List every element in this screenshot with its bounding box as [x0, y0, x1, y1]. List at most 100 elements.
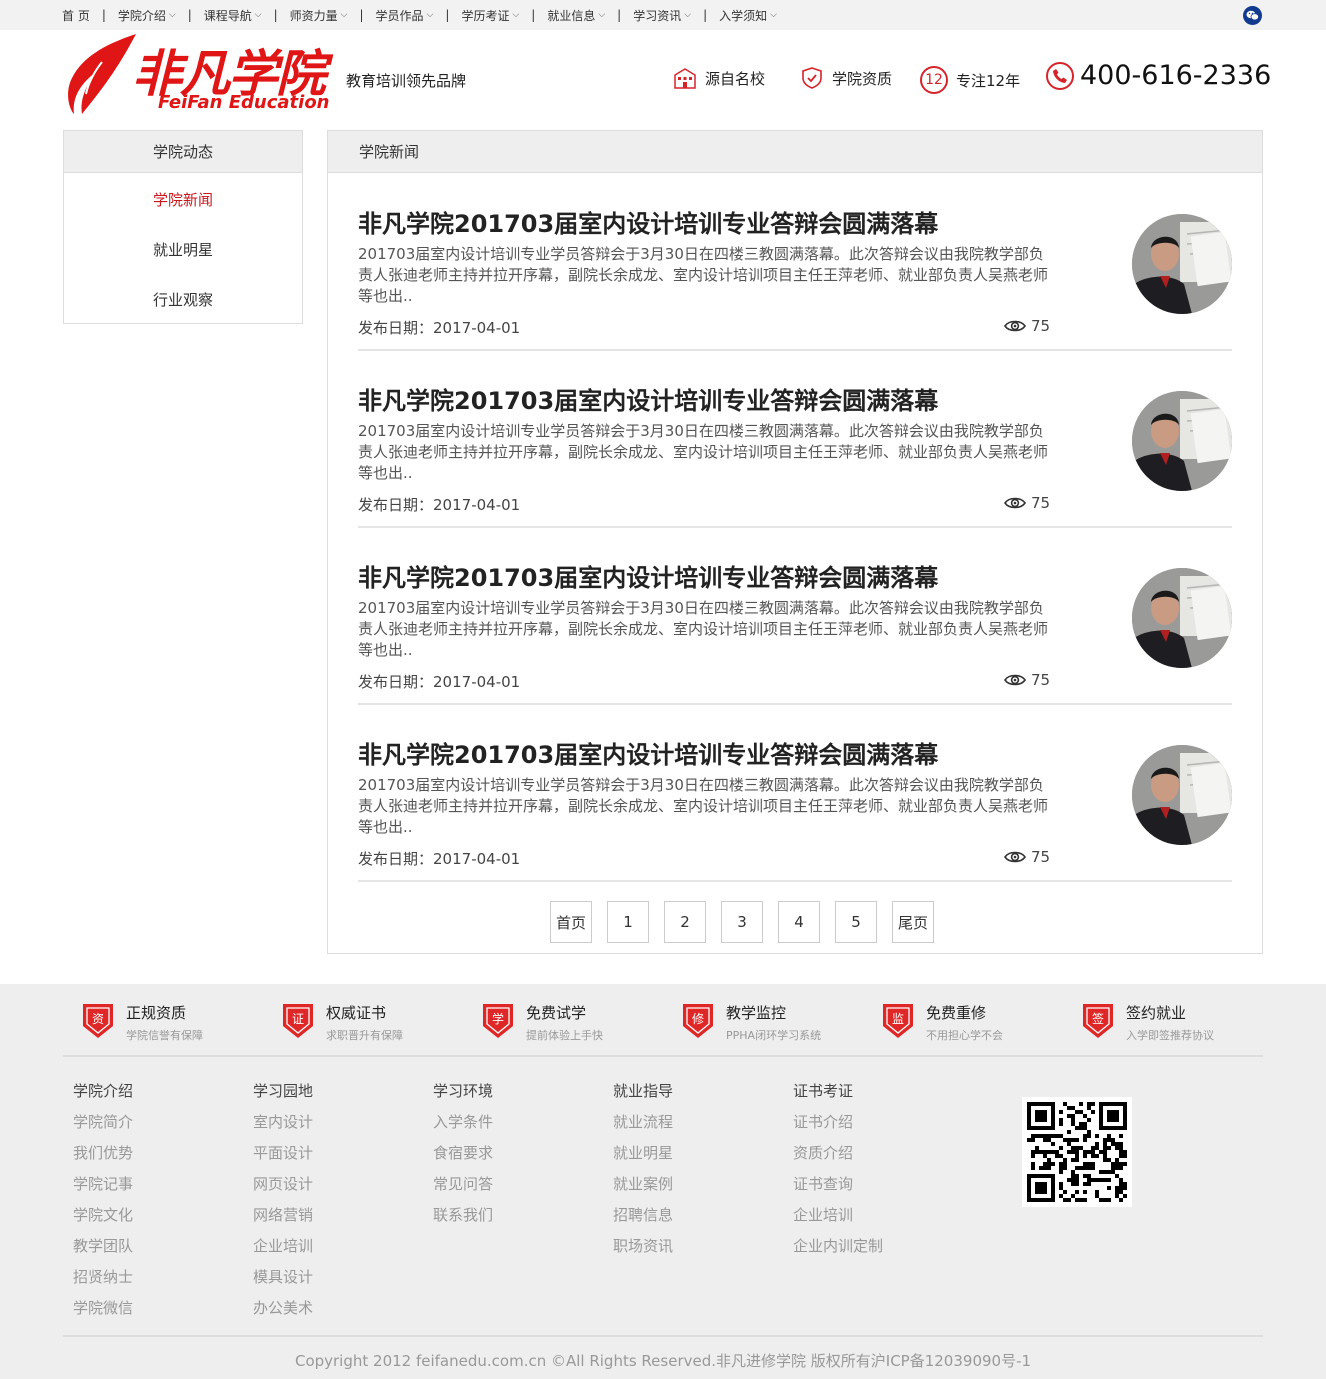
article-item[interactable]: 非凡学院201703届室内设计培训专业答辩会圆满落幕 201703届室内设计培训专… [358, 528, 1232, 705]
article-title[interactable]: 非凡学院201703届室内设计培训专业答辩会圆满落幕 [358, 558, 938, 593]
footer-link[interactable]: 证书查询 [793, 1173, 973, 1204]
footer-link[interactable]: 证书介绍 [793, 1111, 973, 1142]
sidebar-menu: 学院新闻 就业明星 行业观察 [64, 173, 302, 324]
topnav-item-label: 学习资讯 [633, 8, 682, 23]
article-thumbnail[interactable] [1132, 568, 1232, 668]
top-bar: 首 页 | 学院介绍 ⌵ | 课程导航 ⌵ | 师资力量 ⌵ | 学员作品 ⌵ | 学历考证 ⌵ | 就业信息 ⌵ |… [0, 0, 1326, 30]
site-logo[interactable]: 非凡学院 FeiFan Education [62, 32, 330, 118]
guarantee-title: 免费重修 [926, 1004, 987, 1022]
footer-link[interactable]: 我们优势 [73, 1142, 253, 1173]
footer-link[interactable]: 网页设计 [253, 1173, 433, 1204]
footer-link[interactable]: 学院微信 [73, 1297, 253, 1328]
guarantee-badge-icon: 学 [480, 1002, 516, 1040]
topnav-item[interactable]: 课程导航 ⌵ [204, 7, 262, 24]
footer-link[interactable]: 就业流程 [613, 1111, 793, 1142]
footer-column-title[interactable]: 证书考证 [793, 1080, 973, 1111]
footer-link[interactable]: 入学条件 [433, 1111, 613, 1142]
footer-link[interactable]: 就业案例 [613, 1173, 793, 1204]
footer-link[interactable]: 招贤纳士 [73, 1266, 253, 1297]
qr-code [1022, 1097, 1132, 1207]
feature-famous-school: 源自名校 [673, 66, 765, 90]
site-footer: 资 正规资质 学院信誉有保障 证 权威证书 求职晋升有保障 学 免费试学 提前体验上手快 修 教学监… [0, 984, 1326, 1379]
wechat-icon[interactable] [1243, 6, 1262, 25]
footer-link[interactable]: 教学团队 [73, 1235, 253, 1266]
article-thumbnail[interactable] [1132, 745, 1232, 845]
footer-link[interactable]: 办公美术 [253, 1297, 433, 1328]
footer-link[interactable]: 联系我们 [433, 1204, 613, 1235]
article-summary: 201703届室内设计培训专业学员答辩会于3月30日在四楼三教圆满落幕。此次答辩… [358, 776, 1049, 836]
page-button[interactable]: 5 [835, 901, 877, 943]
article-thumbnail[interactable] [1132, 391, 1232, 491]
footer-column: 学习园地 室内设计 平面设计 网页设计 网络营销 企业培训 模具设计 办公美术 [253, 1080, 433, 1328]
chevron-down-icon: ⌵ [254, 10, 262, 20]
guarantee-strip: 资 正规资质 学院信誉有保障 证 权威证书 求职晋升有保障 学 免费试学 提前体验上手快 修 教学监… [80, 1002, 1280, 1043]
guarantee-item: 修 教学监控 PPHA闭环学习系统 [680, 1002, 880, 1043]
footer-column-title[interactable]: 学院介绍 [73, 1080, 253, 1111]
footer-column-title[interactable]: 就业指导 [613, 1080, 793, 1111]
guarantee-text: 签约就业 入学即签推荐协议 [1126, 1002, 1214, 1043]
date-label: 发布日期： [358, 673, 434, 691]
footer-link[interactable]: 常见问答 [433, 1173, 613, 1204]
topnav-item[interactable]: 首 页 [62, 7, 90, 24]
article-thumbnail[interactable] [1132, 214, 1232, 314]
guarantee-badge-icon: 签 [1080, 1002, 1116, 1040]
footer-link[interactable]: 就业明星 [613, 1142, 793, 1173]
footer-link[interactable]: 职场资讯 [613, 1235, 793, 1266]
footer-link[interactable]: 招聘信息 [613, 1204, 793, 1235]
page-button[interactable]: 尾页 [892, 901, 934, 943]
topnav-item[interactable]: 学院介绍 ⌵ [118, 7, 176, 24]
footer-column-title[interactable]: 学习园地 [253, 1080, 433, 1111]
guarantee-title: 免费试学 [526, 1004, 587, 1022]
feature-label: 源自名校 [705, 69, 766, 88]
footer-column-title[interactable]: 学习环境 [433, 1080, 613, 1111]
article-item[interactable]: 非凡学院201703届室内设计培训专业答辩会圆满落幕 201703届室内设计培训专… [358, 705, 1232, 882]
topnav-item[interactable]: 入学须知 ⌵ [719, 7, 777, 24]
topnav-item[interactable]: 学习资讯 ⌵ [633, 7, 691, 24]
article-date: 发布日期：2017-04-01 [358, 317, 520, 338]
page-button[interactable]: 4 [778, 901, 820, 943]
article-title[interactable]: 非凡学院201703届室内设计培训专业答辩会圆满落幕 [358, 735, 938, 770]
leaf-logo-icon [68, 34, 136, 114]
article-item[interactable]: 非凡学院201703届室内设计培训专业答辩会圆满落幕 201703届室内设计培训专… [358, 174, 1232, 351]
article-summary: 201703届室内设计培训专业学员答辩会于3月30日在四楼三教圆满落幕。此次答辩… [358, 422, 1049, 482]
guarantee-item: 签 签约就业 入学即签推荐协议 [1080, 1002, 1280, 1043]
eye-icon [1004, 319, 1026, 333]
hotline[interactable]: 400-616-2336 [1046, 60, 1271, 91]
page-button[interactable]: 首页 [550, 901, 592, 943]
footer-link[interactable]: 学院文化 [73, 1204, 253, 1235]
footer-column: 学院介绍 学院简介 我们优势 学院记事 学院文化 教学团队 招贤纳士 学院微信 [73, 1080, 253, 1328]
article-item[interactable]: 非凡学院201703届室内设计培训专业答辩会圆满落幕 201703届室内设计培训专… [358, 351, 1232, 528]
article-title[interactable]: 非凡学院201703届室内设计培训专业答辩会圆满落幕 [358, 204, 938, 239]
footer-link[interactable]: 学院记事 [73, 1173, 253, 1204]
topnav-item[interactable]: 学员作品 ⌵ [376, 7, 434, 24]
page-button[interactable]: 3 [721, 901, 763, 943]
page-button[interactable]: 1 [607, 901, 649, 943]
footer-link[interactable]: 企业内训定制 [793, 1235, 973, 1266]
footer-divider [63, 1055, 1263, 1057]
footer-link[interactable]: 资质介绍 [793, 1142, 973, 1173]
guarantee-item: 资 正规资质 学院信誉有保障 [80, 1002, 280, 1043]
topnav-item[interactable]: 学历考证 ⌵ [461, 7, 519, 24]
page-button[interactable]: 2 [664, 901, 706, 943]
footer-link[interactable]: 食宿要求 [433, 1142, 613, 1173]
site-header: 非凡学院 FeiFan Education 教育培训领先品牌 源自名校 学院资质… [0, 30, 1326, 130]
nav-separator: | [101, 8, 106, 22]
sidebar-item[interactable]: 学院新闻 [64, 174, 302, 224]
nav-separator: | [617, 8, 622, 22]
sidebar-title: 学院动态 [64, 131, 302, 173]
footer-link[interactable]: 企业培训 [253, 1235, 433, 1266]
guarantee-title: 教学监控 [726, 1004, 787, 1022]
topnav-item[interactable]: 师资力量 ⌵ [290, 7, 348, 24]
sidebar-item[interactable]: 就业明星 [64, 224, 302, 274]
footer-link[interactable]: 网络营销 [253, 1204, 433, 1235]
footer-link[interactable]: 平面设计 [253, 1142, 433, 1173]
footer-link[interactable]: 室内设计 [253, 1111, 433, 1142]
footer-link[interactable]: 学院简介 [73, 1111, 253, 1142]
topnav-item[interactable]: 就业信息 ⌵ [547, 7, 605, 24]
date-label: 发布日期： [358, 319, 434, 337]
sidebar-item[interactable]: 行业观察 [64, 274, 302, 324]
view-count: 75 [1031, 848, 1051, 866]
footer-link[interactable]: 企业培训 [793, 1204, 973, 1235]
article-title[interactable]: 非凡学院201703届室内设计培训专业答辩会圆满落幕 [358, 381, 938, 416]
footer-link[interactable]: 模具设计 [253, 1266, 433, 1297]
